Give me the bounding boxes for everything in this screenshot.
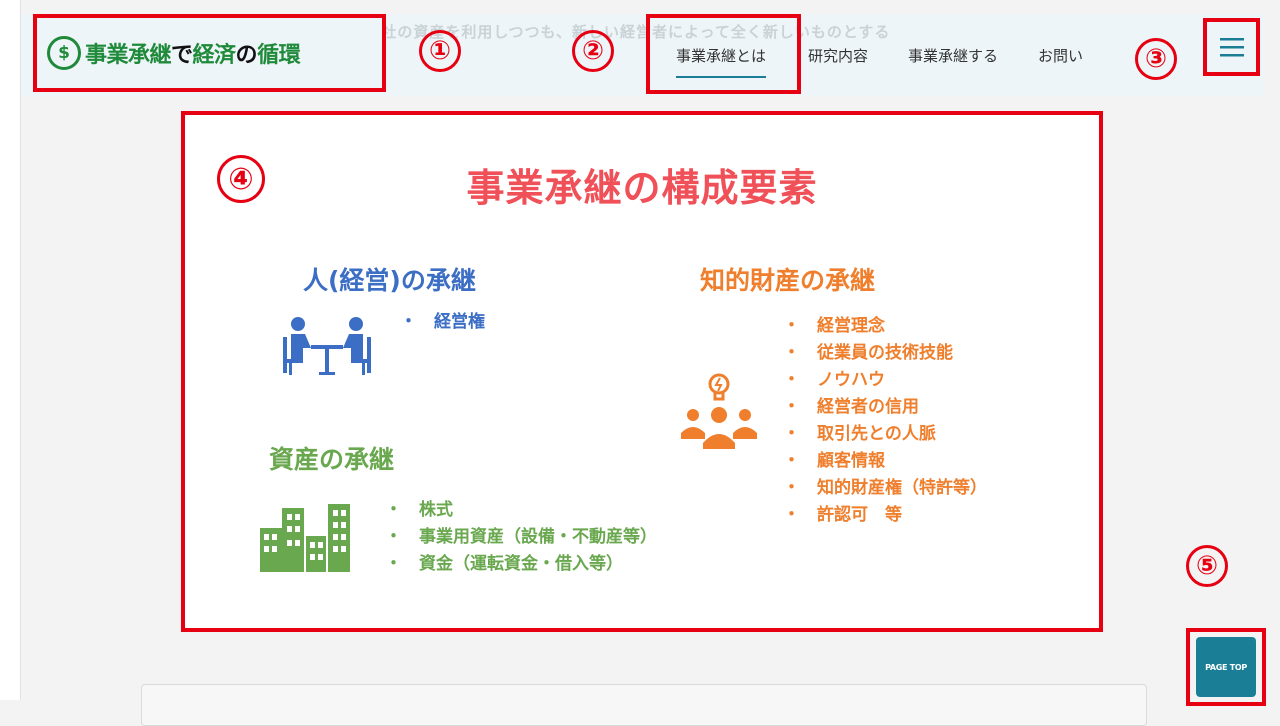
nav-item-research[interactable]: 研究内容 bbox=[808, 45, 868, 66]
next-section-card bbox=[141, 684, 1147, 726]
logo-text-part4: の bbox=[235, 43, 258, 68]
annotation-marker-2: ② bbox=[572, 30, 614, 72]
ip-succession-title: 知的財産の承継 bbox=[700, 266, 876, 295]
list-item: 取引先との人脈 bbox=[783, 421, 987, 448]
list-item: 許認可 等 bbox=[783, 502, 987, 529]
list-item: 従業員の技術技能 bbox=[783, 340, 987, 367]
list-item: 経営者の信用 bbox=[783, 394, 987, 421]
logo-text-part5: 循環 bbox=[257, 43, 301, 68]
list-item: 顧客情報 bbox=[783, 448, 987, 475]
annotation-marker-5: ⑤ bbox=[1186, 545, 1228, 587]
annotation-marker-1: ① bbox=[419, 30, 461, 72]
main-nav: 事業承継とは 研究内容 事業承継する お問い bbox=[648, 14, 1123, 96]
annotation-marker-3: ③ bbox=[1135, 38, 1177, 80]
menu-button[interactable] bbox=[1203, 18, 1260, 76]
assets-succession-title: 資産の承継 bbox=[269, 445, 395, 474]
people-succession-title: 人(経営)の承継 bbox=[303, 266, 476, 295]
list-item: 知的財産権（特許等） bbox=[783, 475, 987, 502]
nav-item-contact[interactable]: お問い bbox=[1038, 45, 1083, 66]
list-item: 経営権 bbox=[400, 309, 485, 336]
list-item: 資金（運転資金・借入等） bbox=[385, 551, 657, 578]
list-item: 事業用資産（設備・不動産等） bbox=[385, 524, 657, 551]
page-top-highlight: PAGE TOP bbox=[1186, 628, 1266, 706]
page-edge bbox=[0, 0, 21, 700]
logo-text-part3: 経済 bbox=[192, 43, 237, 68]
list-item: 株式 bbox=[385, 497, 657, 524]
site-logo[interactable]: $ 事業承継で経済の循環 bbox=[33, 14, 386, 92]
nav-item-about[interactable]: 事業承継とは bbox=[676, 45, 767, 78]
nav-item-succession[interactable]: 事業承継する bbox=[908, 45, 998, 66]
logo-mark-icon: $ bbox=[47, 36, 81, 70]
slide-title: 事業承継の構成要素 bbox=[466, 166, 818, 210]
meeting-icon bbox=[283, 317, 371, 375]
logo-text-part2: で bbox=[171, 43, 193, 68]
ip-items: 経営理念 従業員の技術技能 ノウハウ 経営者の信用 取引先との人脈 顧客情報 知… bbox=[783, 313, 987, 529]
content-slide: ④ 事業承継の構成要素 人(経営)の承継 経営権 資産の承継 bbox=[181, 111, 1103, 632]
people-items: 経営権 bbox=[400, 309, 485, 336]
logo-text: 事業承継で経済の循環 bbox=[85, 37, 301, 69]
list-item: 経営理念 bbox=[783, 313, 987, 340]
assets-items: 株式 事業用資産（設備・不動産等） 資金（運転資金・借入等） bbox=[385, 497, 657, 578]
hamburger-icon bbox=[1219, 38, 1244, 57]
logo-text-part1: 事業承継 bbox=[85, 43, 172, 68]
team-idea-icon bbox=[681, 373, 757, 449]
list-item: ノウハウ bbox=[783, 367, 987, 394]
page-top-button[interactable]: PAGE TOP bbox=[1196, 637, 1256, 697]
buildings-icon bbox=[260, 504, 350, 572]
